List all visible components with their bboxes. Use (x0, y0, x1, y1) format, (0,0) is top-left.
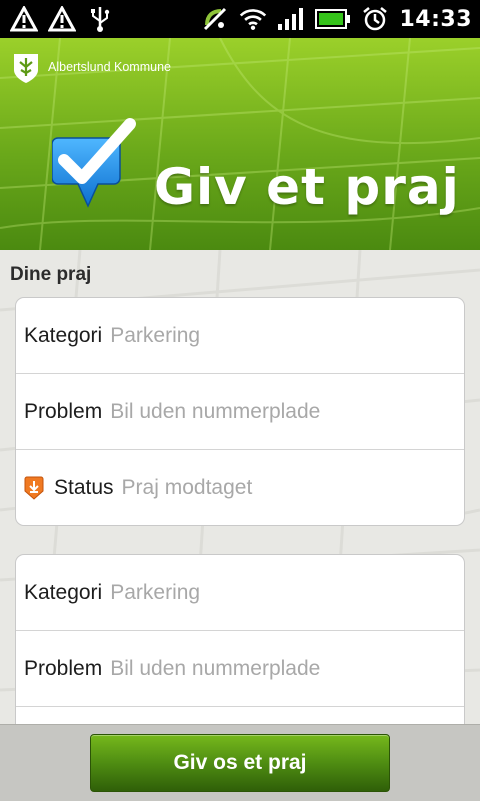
status-row: Status Praj modtaget (16, 450, 464, 525)
warning-icon (10, 5, 38, 33)
municipality-logo (14, 54, 38, 83)
problem-value: Bil uden nummerplade (110, 399, 321, 423)
status-value: Praj modtaget (121, 475, 253, 499)
checkmark-pin-icon (52, 118, 136, 208)
alarm-icon (361, 5, 389, 33)
status-label: Status (54, 475, 114, 499)
problem-label: Problem (24, 656, 103, 680)
problem-label: Problem (24, 399, 103, 423)
section-title: Dine praj (10, 264, 92, 285)
category-label: Kategori (24, 323, 103, 347)
report-card[interactable]: Kategori Parkering Problem Bil uden numm… (15, 554, 465, 724)
category-value: Parkering (110, 580, 201, 604)
category-row: Kategori Parkering (16, 555, 464, 631)
problem-value: Bil uden nummerplade (110, 656, 321, 680)
problem-row: Problem Bil uden nummerplade (16, 631, 464, 707)
usb-icon (86, 5, 114, 33)
category-value: Parkering (110, 323, 201, 347)
problem-row: Problem Bil uden nummerplade (16, 374, 464, 450)
mute-icon (201, 5, 229, 33)
battery-icon (315, 5, 351, 33)
category-row: Kategori Parkering (16, 298, 464, 374)
status-row (16, 707, 464, 724)
bottom-bar: Giv os et praj (0, 724, 480, 801)
status-bar: 14:33 (0, 0, 480, 38)
app-title: Giv et praj (154, 158, 460, 216)
wifi-icon (239, 5, 267, 33)
municipality-name: Albertslund Kommune (48, 60, 171, 74)
category-label: Kategori (24, 580, 103, 604)
warning-icon (48, 5, 76, 33)
clock: 14:33 (399, 6, 472, 32)
give-praj-button[interactable]: Giv os et praj (90, 734, 390, 792)
reports-list-area[interactable]: Dine praj Kategori Parkering Problem Bil… (0, 250, 480, 724)
report-card[interactable]: Kategori Parkering Problem Bil uden numm… (15, 297, 465, 526)
app-header: Albertslund Kommune Giv et praj (0, 38, 480, 250)
signal-icon (277, 5, 305, 33)
status-received-icon (24, 476, 44, 500)
